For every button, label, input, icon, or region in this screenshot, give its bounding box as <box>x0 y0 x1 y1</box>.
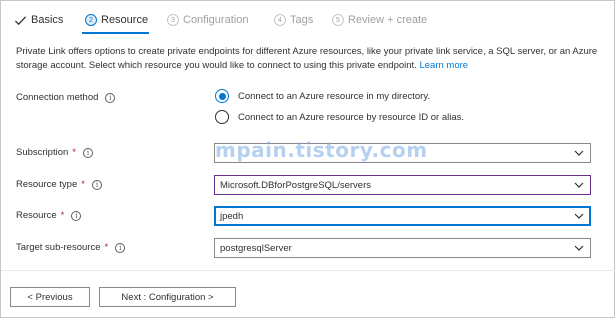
target-sub-resource-dropdown[interactable]: postgresqlServer <box>214 238 591 258</box>
resource-type-label: Resource type * i <box>16 179 102 190</box>
connection-method-label-text: Connection method <box>16 92 99 103</box>
radio-connect-in-directory[interactable]: Connect to an Azure resource in my direc… <box>215 89 430 103</box>
info-icon[interactable]: i <box>71 210 82 221</box>
required-marker: * <box>60 210 65 221</box>
resource-label: Resource * i <box>16 210 82 221</box>
radio-button[interactable] <box>215 110 229 124</box>
step-number-badge: 5 <box>332 14 344 26</box>
radio-button[interactable] <box>215 89 229 103</box>
info-icon[interactable]: i <box>105 92 116 103</box>
target-sub-resource-label: Target sub-resource * i <box>16 242 126 253</box>
step-number-badge: 3 <box>167 14 179 26</box>
tab-tags[interactable]: 4 Tags <box>274 11 313 29</box>
description: Private Link offers options to create pr… <box>16 45 606 73</box>
resource-type-label-text: Resource type <box>16 179 78 190</box>
tab-tags-label: Tags <box>290 14 314 26</box>
chevron-down-icon <box>574 213 584 219</box>
info-icon[interactable]: i <box>91 179 102 190</box>
target-sub-resource-label-text: Target sub-resource <box>16 242 101 253</box>
tab-configuration-label: Configuration <box>183 14 249 26</box>
tab-basics[interactable]: Basics <box>14 11 63 29</box>
step-number-badge: 2 <box>85 14 97 26</box>
tab-resource-label: Resource <box>101 14 149 26</box>
subscription-label: Subscription * i <box>16 147 93 158</box>
learn-more-link[interactable]: Learn more <box>419 60 468 71</box>
step-number-badge: 4 <box>274 14 286 26</box>
resource-value: jpedh <box>220 210 244 222</box>
tab-review-create[interactable]: 5 Review + create <box>332 11 427 29</box>
resource-dropdown[interactable]: jpedh <box>214 206 591 226</box>
chevron-down-icon <box>574 150 584 156</box>
required-marker: * <box>104 242 109 253</box>
subscription-label-text: Subscription <box>16 147 69 158</box>
active-tab-indicator <box>82 32 149 34</box>
tab-configuration[interactable]: 3 Configuration <box>167 11 248 29</box>
description-text: Private Link offers options to create pr… <box>16 46 598 71</box>
footer-divider <box>1 270 615 271</box>
connection-method-label: Connection method i <box>16 92 116 103</box>
subscription-dropdown[interactable] <box>214 143 591 163</box>
tab-review-create-label: Review + create <box>348 14 428 26</box>
tab-resource[interactable]: 2 Resource <box>85 11 148 29</box>
resource-type-dropdown[interactable]: Microsoft.DBforPostgreSQL/servers <box>214 175 591 195</box>
required-marker: * <box>72 147 76 158</box>
target-sub-resource-value: postgresqlServer <box>220 242 292 254</box>
chevron-down-icon <box>574 182 584 188</box>
tab-basics-label: Basics <box>31 14 64 26</box>
wizard-tabs: Basics 2 Resource 3 Configuration 4 Tags… <box>1 1 614 37</box>
info-icon[interactable]: i <box>115 242 126 253</box>
wizard-panel: Basics 2 Resource 3 Configuration 4 Tags… <box>0 0 615 318</box>
required-marker: * <box>81 179 85 190</box>
checkmark-icon <box>14 15 27 25</box>
resource-label-text: Resource <box>16 210 57 221</box>
next-configuration-button[interactable]: Next : Configuration > <box>99 287 236 307</box>
radio-label: Connect to an Azure resource in my direc… <box>238 90 431 102</box>
info-icon[interactable]: i <box>82 147 93 158</box>
previous-button[interactable]: < Previous <box>10 287 90 307</box>
radio-connect-by-resource-id[interactable]: Connect to an Azure resource by resource… <box>215 110 464 124</box>
radio-label: Connect to an Azure resource by resource… <box>238 111 465 123</box>
chevron-down-icon <box>574 245 584 251</box>
resource-type-value: Microsoft.DBforPostgreSQL/servers <box>220 179 371 191</box>
